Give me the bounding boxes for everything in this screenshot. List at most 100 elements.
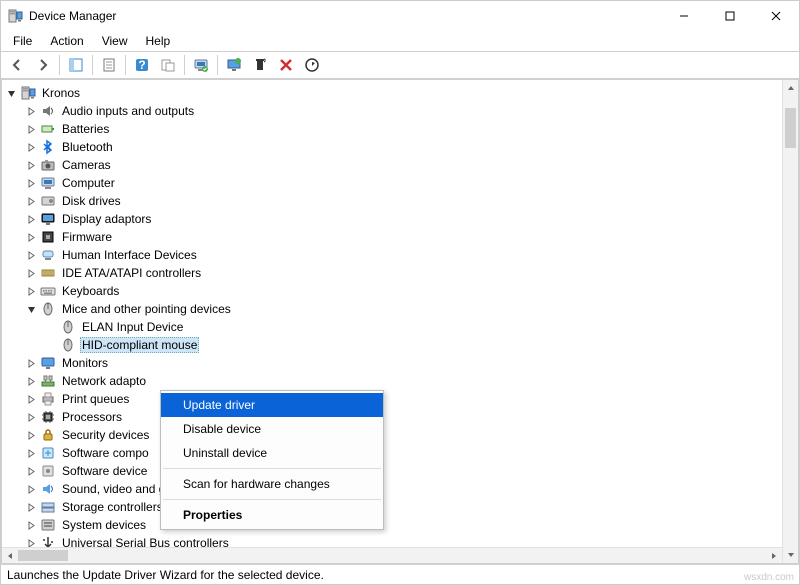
vertical-scrollbar[interactable] xyxy=(782,80,798,563)
expand-icon[interactable] xyxy=(24,104,38,118)
device-category[interactable]: Audio inputs and outputs xyxy=(24,102,796,120)
tree-item-label: Computer xyxy=(60,176,117,190)
watermark: wsxdn.com xyxy=(744,572,794,583)
device-category[interactable]: Batteries xyxy=(24,120,796,138)
title-bar: Device Manager xyxy=(1,1,799,31)
horizontal-scrollbar[interactable] xyxy=(2,547,782,563)
help-button[interactable]: ? xyxy=(130,53,154,77)
properties-button[interactable] xyxy=(97,53,121,77)
toolbar-separator xyxy=(184,55,185,75)
device-category[interactable]: Cameras xyxy=(24,156,796,174)
device-item[interactable]: ELAN Input Device xyxy=(44,318,796,336)
device-category[interactable]: Monitors xyxy=(24,354,796,372)
device-category[interactable]: Storage controllers xyxy=(24,498,796,516)
expand-icon[interactable] xyxy=(24,500,38,514)
expand-icon[interactable] xyxy=(24,122,38,136)
device-category[interactable]: Bluetooth xyxy=(24,138,796,156)
device-category[interactable]: Software compo xyxy=(24,444,796,462)
device-category[interactable]: Mice and other pointing devices xyxy=(24,300,796,318)
tree-item-label: Firmware xyxy=(60,230,114,244)
context-menu: Update driver Disable device Uninstall d… xyxy=(160,390,384,530)
expand-icon[interactable] xyxy=(24,482,38,496)
scroll-thumb[interactable] xyxy=(785,108,796,148)
device-category[interactable]: Security devices xyxy=(24,426,796,444)
device-category[interactable]: Firmware xyxy=(24,228,796,246)
menu-help[interactable]: Help xyxy=(138,32,179,50)
expand-icon[interactable] xyxy=(24,356,38,370)
scroll-left-button[interactable] xyxy=(2,548,18,564)
expand-icon[interactable] xyxy=(24,518,38,532)
expand-icon[interactable] xyxy=(24,464,38,478)
ctx-update-driver[interactable]: Update driver xyxy=(161,393,383,417)
ctx-uninstall-device[interactable]: Uninstall device xyxy=(161,441,383,465)
expand-icon[interactable] xyxy=(24,428,38,442)
collapse-icon[interactable] xyxy=(24,302,38,316)
device-category[interactable]: Sound, video and game controllers xyxy=(24,480,796,498)
expand-icon[interactable] xyxy=(24,446,38,460)
minimize-button[interactable] xyxy=(661,1,707,31)
expand-icon[interactable] xyxy=(24,392,38,406)
tree-item-label: Batteries xyxy=(60,122,111,136)
scroll-up-button[interactable] xyxy=(783,80,799,96)
ctx-properties[interactable]: Properties xyxy=(161,503,383,527)
computer-icon xyxy=(40,175,56,191)
forward-button[interactable] xyxy=(31,53,55,77)
device-category[interactable]: Software device xyxy=(24,462,796,480)
device-category[interactable]: System devices xyxy=(24,516,796,534)
expand-icon[interactable] xyxy=(24,266,38,280)
scan-hardware-button[interactable] xyxy=(189,53,213,77)
expand-icon[interactable] xyxy=(24,230,38,244)
tree-item-label: Software device xyxy=(60,464,149,478)
toolbar-separator xyxy=(217,55,218,75)
device-category[interactable]: Network adapto xyxy=(24,372,796,390)
device-category[interactable]: Processors xyxy=(24,408,796,426)
toolbar-separator xyxy=(59,55,60,75)
expand-icon[interactable] xyxy=(24,248,38,262)
add-legacy-hardware-button[interactable] xyxy=(300,53,324,77)
show-hidden-devices-button[interactable] xyxy=(156,53,180,77)
tree-item-label: Mice and other pointing devices xyxy=(60,302,233,316)
audio-icon xyxy=(40,103,56,119)
expand-icon[interactable] xyxy=(24,176,38,190)
menu-file[interactable]: File xyxy=(5,32,40,50)
device-category[interactable]: Print queues xyxy=(24,390,796,408)
update-driver-button[interactable] xyxy=(222,53,246,77)
device-category[interactable]: Display adaptors xyxy=(24,210,796,228)
scroll-thumb[interactable] xyxy=(18,550,68,561)
toolbar-separator xyxy=(125,55,126,75)
scroll-down-button[interactable] xyxy=(783,547,799,563)
device-category[interactable]: Disk drives xyxy=(24,192,796,210)
expand-icon[interactable] xyxy=(24,158,38,172)
scroll-right-button[interactable] xyxy=(766,548,782,564)
ctx-scan-hardware[interactable]: Scan for hardware changes xyxy=(161,472,383,496)
expand-icon[interactable] xyxy=(24,374,38,388)
expand-icon[interactable] xyxy=(24,212,38,226)
expand-icon[interactable] xyxy=(24,410,38,424)
close-button[interactable] xyxy=(753,1,799,31)
device-category[interactable]: IDE ATA/ATAPI controllers xyxy=(24,264,796,282)
collapse-icon[interactable] xyxy=(4,86,18,100)
root-device[interactable]: Kronos xyxy=(4,84,796,102)
back-button[interactable] xyxy=(5,53,29,77)
device-category[interactable]: Keyboards xyxy=(24,282,796,300)
sound-icon xyxy=(40,481,56,497)
device-category[interactable]: Human Interface Devices xyxy=(24,246,796,264)
show-hide-console-tree-button[interactable] xyxy=(64,53,88,77)
swcomp-icon xyxy=(40,445,56,461)
expand-icon[interactable] xyxy=(24,194,38,208)
device-category[interactable]: Computer xyxy=(24,174,796,192)
tree-item-label: Keyboards xyxy=(60,284,121,298)
maximize-button[interactable] xyxy=(707,1,753,31)
disable-button[interactable] xyxy=(274,53,298,77)
swdev-icon xyxy=(40,463,56,479)
expand-icon[interactable] xyxy=(24,140,38,154)
device-item[interactable]: HID-compliant mouse xyxy=(44,336,796,354)
menu-view[interactable]: View xyxy=(94,32,136,50)
ctx-disable-device[interactable]: Disable device xyxy=(161,417,383,441)
menu-action[interactable]: Action xyxy=(42,32,91,50)
expand-icon[interactable] xyxy=(24,284,38,298)
disk-icon xyxy=(40,193,56,209)
uninstall-button[interactable] xyxy=(248,53,272,77)
mouse-icon xyxy=(40,301,56,317)
mouse-icon xyxy=(60,337,76,353)
